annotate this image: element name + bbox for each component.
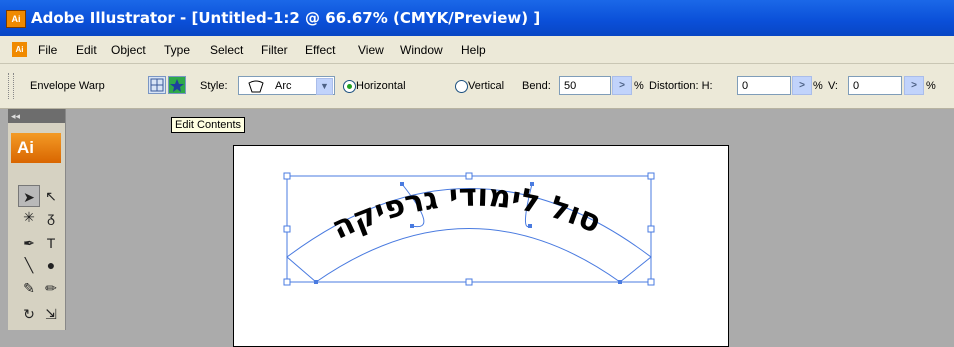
tooltip: Edit Contents (171, 117, 246, 133)
warped-text: סול לימודי גרפיקה (326, 178, 606, 247)
warped-text-path: סול לימודי גרפיקה (326, 178, 606, 247)
envelope-artwork[interactable]: סול לימודי גרפיקה (0, 0, 954, 330)
